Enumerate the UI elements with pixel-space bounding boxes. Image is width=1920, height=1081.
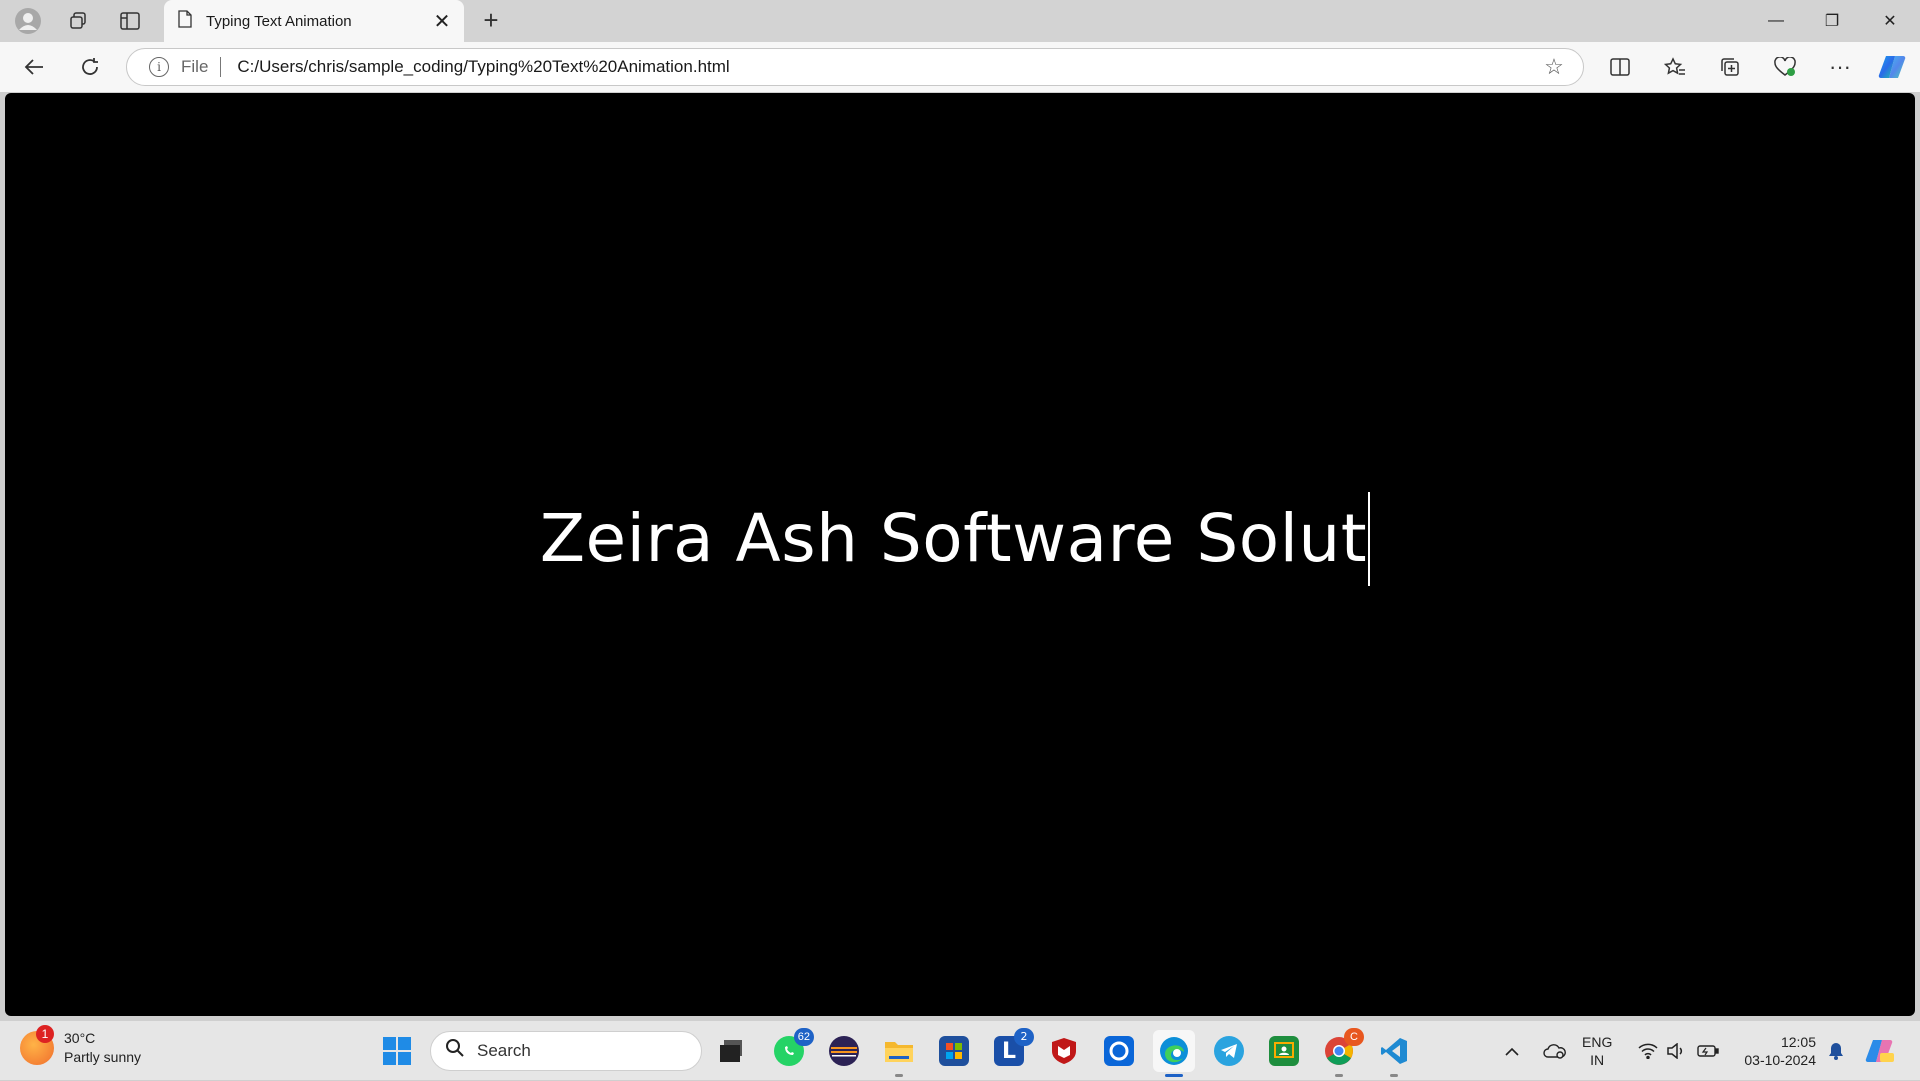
active-indicator: [1165, 1074, 1183, 1077]
profile-icon[interactable]: [12, 6, 44, 36]
mcafee-shield-icon: [1049, 1036, 1079, 1066]
typing-animation-container: Zeira Ash Software Solut: [5, 93, 1915, 1016]
chrome-button[interactable]: C: [1318, 1028, 1364, 1077]
task-view-button[interactable]: [711, 1030, 753, 1072]
eclipse-icon: [829, 1036, 859, 1066]
volume-icon[interactable]: [1664, 1021, 1688, 1081]
clock-time: 12:05: [1780, 1034, 1816, 1050]
copilot-icon[interactable]: [1872, 50, 1912, 84]
wifi-icon[interactable]: [1636, 1021, 1660, 1081]
weather-widget[interactable]: 1 30°C Partly sunny: [20, 1025, 142, 1067]
task-view-icon: [717, 1036, 747, 1066]
taskbar-search[interactable]: Search: [430, 1031, 702, 1071]
url-text[interactable]: C:/Users/chris/sample_coding/Typing%20Te…: [237, 57, 1539, 77]
page-icon: [178, 9, 192, 33]
more-options-icon[interactable]: ···: [1820, 50, 1860, 84]
taskbar: 1 30°C Partly sunny Search 62 L 2 C ENG …: [0, 1020, 1920, 1080]
l-app-icon: L 2: [994, 1028, 1034, 1066]
collections-icon[interactable]: [1710, 50, 1750, 84]
telegram-button[interactable]: [1208, 1030, 1250, 1072]
system-clock[interactable]: 12:05 03-10-2024: [1736, 1033, 1816, 1069]
file-scheme-label: File: [181, 57, 209, 76]
workspaces-icon[interactable]: [62, 6, 94, 36]
partly-sunny-icon: 1: [20, 1025, 54, 1065]
weather-badge: 1: [36, 1025, 54, 1043]
store-icon: [939, 1036, 969, 1066]
file-explorer-button[interactable]: [878, 1030, 920, 1077]
active-tab[interactable]: Typing Text Animation ✕: [164, 0, 464, 42]
l-app-badge: 2: [1014, 1028, 1034, 1046]
refresh-button[interactable]: [72, 50, 108, 84]
onedrive-icon[interactable]: [1540, 1021, 1570, 1081]
show-hidden-icons-chevron-up-icon[interactable]: [1500, 1021, 1524, 1081]
weather-condition: Partly sunny: [64, 1049, 142, 1065]
cortana-button[interactable]: [1098, 1030, 1140, 1072]
whatsapp-icon: 62: [774, 1028, 814, 1066]
divider: [220, 57, 222, 77]
google-classroom-button[interactable]: [1263, 1030, 1305, 1072]
microsoft-store-button[interactable]: [933, 1030, 975, 1072]
typing-line: Zeira Ash Software Solut: [539, 491, 1371, 586]
running-indicator: [895, 1074, 903, 1077]
whatsapp-button[interactable]: 62: [768, 1028, 814, 1072]
edge-icon: [1159, 1036, 1189, 1066]
mcafee-button[interactable]: [1043, 1030, 1085, 1072]
new-tab-button[interactable]: +: [476, 6, 506, 36]
minimize-button[interactable]: —: [1748, 0, 1804, 42]
browser-toolbar: i File C:/Users/chris/sample_coding/Typi…: [0, 42, 1920, 92]
running-indicator: [1335, 1074, 1343, 1077]
address-bar[interactable]: i File C:/Users/chris/sample_coding/Typi…: [126, 48, 1584, 86]
typed-text: Zeira Ash Software Solut: [539, 500, 1368, 577]
tab-title: Typing Text Animation: [206, 12, 352, 30]
favorite-star-icon[interactable]: ☆: [1539, 54, 1569, 80]
telegram-icon: [1214, 1036, 1244, 1066]
split-screen-icon[interactable]: [1600, 50, 1640, 84]
vscode-button[interactable]: [1373, 1030, 1415, 1077]
language-indicator[interactable]: ENG IN: [1582, 1033, 1612, 1069]
close-tab-icon[interactable]: ✕: [428, 7, 456, 35]
running-indicator: [1390, 1074, 1398, 1077]
l-app-button[interactable]: L 2: [988, 1028, 1034, 1072]
vertical-tabs-icon[interactable]: [114, 6, 146, 36]
language-region: IN: [1590, 1052, 1605, 1068]
close-window-button[interactable]: ✕: [1862, 0, 1918, 42]
search-icon: [445, 1038, 465, 1064]
whatsapp-badge: 62: [793, 1028, 814, 1046]
l-app-letter: L: [1001, 1038, 1017, 1064]
page-viewport: Zeira Ash Software Solut: [5, 93, 1915, 1016]
cortana-icon: [1104, 1036, 1134, 1066]
chrome-badge: C: [1344, 1028, 1364, 1046]
copilot-taskbar-icon[interactable]: [1862, 1021, 1898, 1081]
favorites-icon[interactable]: [1655, 50, 1695, 84]
notification-bell-icon[interactable]: [1824, 1021, 1848, 1081]
back-button[interactable]: [16, 50, 52, 84]
restore-button[interactable]: ❐: [1804, 0, 1860, 42]
chrome-icon: C: [1324, 1028, 1364, 1066]
eclipse-button[interactable]: [823, 1030, 865, 1072]
clock-date: 03-10-2024: [1744, 1052, 1816, 1068]
classroom-icon: [1269, 1036, 1299, 1066]
edge-button[interactable]: [1153, 1030, 1195, 1077]
browser-titlebar: Typing Text Animation ✕ + — ❐ ✕: [0, 0, 1920, 42]
vscode-icon: [1379, 1036, 1409, 1066]
weather-temperature: 30°C: [64, 1030, 96, 1046]
start-button[interactable]: [376, 1030, 418, 1072]
language-code: ENG: [1582, 1034, 1613, 1050]
search-placeholder: Search: [477, 1041, 531, 1060]
battery-icon[interactable]: [1694, 1021, 1722, 1081]
folder-icon: [884, 1036, 914, 1066]
info-icon[interactable]: i: [149, 57, 169, 77]
typing-caret: [1368, 491, 1371, 586]
browser-essentials-icon[interactable]: [1765, 50, 1805, 84]
